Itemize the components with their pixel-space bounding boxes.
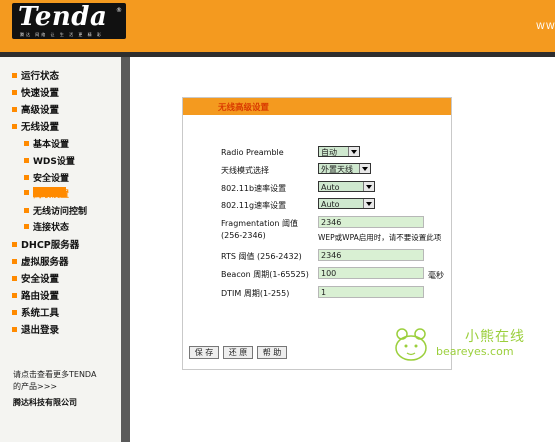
restore-button[interactable]: 还 原 <box>223 346 253 359</box>
sidebar-item-wireless[interactable]: 无线设置 <box>12 119 59 133</box>
more-products-link[interactable]: 请点击查看更多TENDA 的产品>>> <box>13 369 96 393</box>
sidebar-item-label: 安全设置 <box>21 274 60 285</box>
sidebar-item-wds[interactable]: WDS设置 <box>24 154 75 167</box>
sidebar-item-label: 高级设置 <box>21 105 60 116</box>
bullet-icon <box>12 276 17 281</box>
rate-11g-select[interactable]: Auto <box>318 198 375 209</box>
more-products-line1: 请点击查看更多TENDA <box>13 370 97 379</box>
rts-input[interactable]: 2346 <box>318 249 424 261</box>
sidebar-item-dhcp[interactable]: DHCP服务器 <box>12 237 79 251</box>
sidebar: 运行状态 快速设置 高级设置 无线设置 基本设置 WDS设置 安全设置 高级设置… <box>0 57 121 442</box>
watermark-title: 小熊在线 <box>465 329 525 345</box>
beacon-label: Beacon 周期(1-65525) <box>221 270 309 279</box>
bullet-icon <box>24 208 29 213</box>
rate-11b-select[interactable]: Auto <box>318 181 375 192</box>
bullet-icon <box>12 259 17 264</box>
sidebar-item-wireless-basic[interactable]: 基本设置 <box>24 137 69 150</box>
radio-preamble-value: 自动 <box>321 148 337 157</box>
sidebar-item-label: WDS设置 <box>33 157 75 167</box>
panel-title-bar: 无线高级设置 <box>183 98 451 115</box>
dtim-label: DTIM 周期(1-255) <box>221 289 290 298</box>
beacon-input[interactable]: 100 <box>318 267 424 279</box>
rate-11g-label: 802.11g速率设置 <box>221 201 287 210</box>
radio-preamble-label: Radio Preamble <box>221 148 284 157</box>
bullet-icon <box>12 293 17 298</box>
rate-11g-value: Auto <box>321 200 340 209</box>
sidebar-item-label: 路由设置 <box>21 291 60 302</box>
sidebar-item-quick-setup[interactable]: 快速设置 <box>12 85 59 99</box>
sidebar-item-label: 基本设置 <box>33 140 70 150</box>
company-name: 腾达科技有限公司 <box>13 398 77 407</box>
fragmentation-note: WEP或WPA启用时，请不要设置此项 <box>318 233 442 242</box>
sidebar-item-access-control[interactable]: 无线访问控制 <box>24 204 87 217</box>
fragmentation-label: Fragmentation 阈值 <box>221 219 298 228</box>
fragmentation-range: (256-2346) <box>221 231 266 240</box>
sidebar-item-label: 虚拟服务器 <box>21 257 69 268</box>
logo-brand-text: Tenda <box>18 2 108 32</box>
chevron-down-icon <box>348 147 359 156</box>
sidebar-item-wireless-security[interactable]: 安全设置 <box>24 171 69 184</box>
sidebar-item-virtual-server[interactable]: 虚拟服务器 <box>12 254 69 268</box>
antenna-mode-label: 天线模式选择 <box>221 166 269 175</box>
bullet-icon <box>24 224 29 229</box>
bullet-icon <box>24 190 29 195</box>
watermark-site: beareyes.com <box>436 345 514 358</box>
chevron-down-icon <box>363 182 374 191</box>
bullet-icon <box>12 242 17 247</box>
sidebar-item-label: 快速设置 <box>21 88 60 99</box>
sidebar-item-label: 退出登录 <box>21 325 60 336</box>
bullet-icon <box>12 310 17 315</box>
bullet-icon <box>12 327 17 332</box>
bear-watermark-icon <box>395 328 427 361</box>
chevron-down-icon <box>363 199 374 208</box>
logo-tagline: 腾达 网络 让 生 活 更 精 彩 <box>20 32 103 37</box>
sidebar-item-label: DHCP服务器 <box>21 240 80 251</box>
antenna-mode-value: 外置天线 <box>321 165 353 174</box>
rate-11b-value: Auto <box>321 183 340 192</box>
more-products-line2: 的产品>>> <box>13 382 58 391</box>
header-url-fragment: WW <box>536 22 555 32</box>
rts-label: RTS 阈值 (256-2432) <box>221 252 302 261</box>
sidebar-item-connection-status[interactable]: 连接状态 <box>24 220 69 233</box>
fragmentation-input[interactable]: 2346 <box>318 216 424 228</box>
sidebar-item-routing[interactable]: 路由设置 <box>12 288 59 302</box>
rate-11b-label: 802.11b速率设置 <box>221 184 287 193</box>
sidebar-divider <box>121 57 130 442</box>
help-button[interactable]: 帮 助 <box>257 346 287 359</box>
sidebar-item-label-active: 高级设置 <box>33 187 69 200</box>
sidebar-item-label: 运行状态 <box>21 71 60 82</box>
chevron-down-icon <box>359 164 370 173</box>
bullet-icon <box>24 158 29 163</box>
bullet-icon <box>12 73 17 78</box>
bullet-icon <box>12 107 17 112</box>
logo-registered-mark: ® <box>116 7 122 14</box>
dtim-input[interactable]: 1 <box>318 286 424 298</box>
sidebar-item-wireless-advanced[interactable]: 高级设置 <box>24 187 69 200</box>
save-button[interactable]: 保 存 <box>189 346 219 359</box>
panel-title: 无线高级设置 <box>218 103 270 113</box>
sidebar-item-label: 连接状态 <box>33 223 70 233</box>
sidebar-item-advanced[interactable]: 高级设置 <box>12 102 59 116</box>
sidebar-item-logout[interactable]: 退出登录 <box>12 322 59 336</box>
beacon-unit: 毫秒 <box>428 271 444 280</box>
sidebar-item-system-tools[interactable]: 系统工具 <box>12 305 59 319</box>
bullet-icon <box>24 141 29 146</box>
sidebar-item-label: 无线设置 <box>21 122 60 133</box>
bullet-icon <box>12 90 17 95</box>
sidebar-item-status[interactable]: 运行状态 <box>12 68 59 82</box>
sidebar-item-label: 安全设置 <box>33 174 70 184</box>
radio-preamble-select[interactable]: 自动 <box>318 146 360 157</box>
sidebar-item-label: 无线访问控制 <box>33 207 88 217</box>
sidebar-item-security[interactable]: 安全设置 <box>12 271 59 285</box>
header-bar: Tenda ® 腾达 网络 让 生 活 更 精 彩 WW <box>0 0 555 52</box>
tenda-logo: Tenda ® 腾达 网络 让 生 活 更 精 彩 <box>12 2 126 39</box>
bullet-icon <box>12 124 17 129</box>
bullet-icon <box>24 175 29 180</box>
antenna-mode-select[interactable]: 外置天线 <box>318 163 371 174</box>
sidebar-item-label: 系统工具 <box>21 308 60 319</box>
